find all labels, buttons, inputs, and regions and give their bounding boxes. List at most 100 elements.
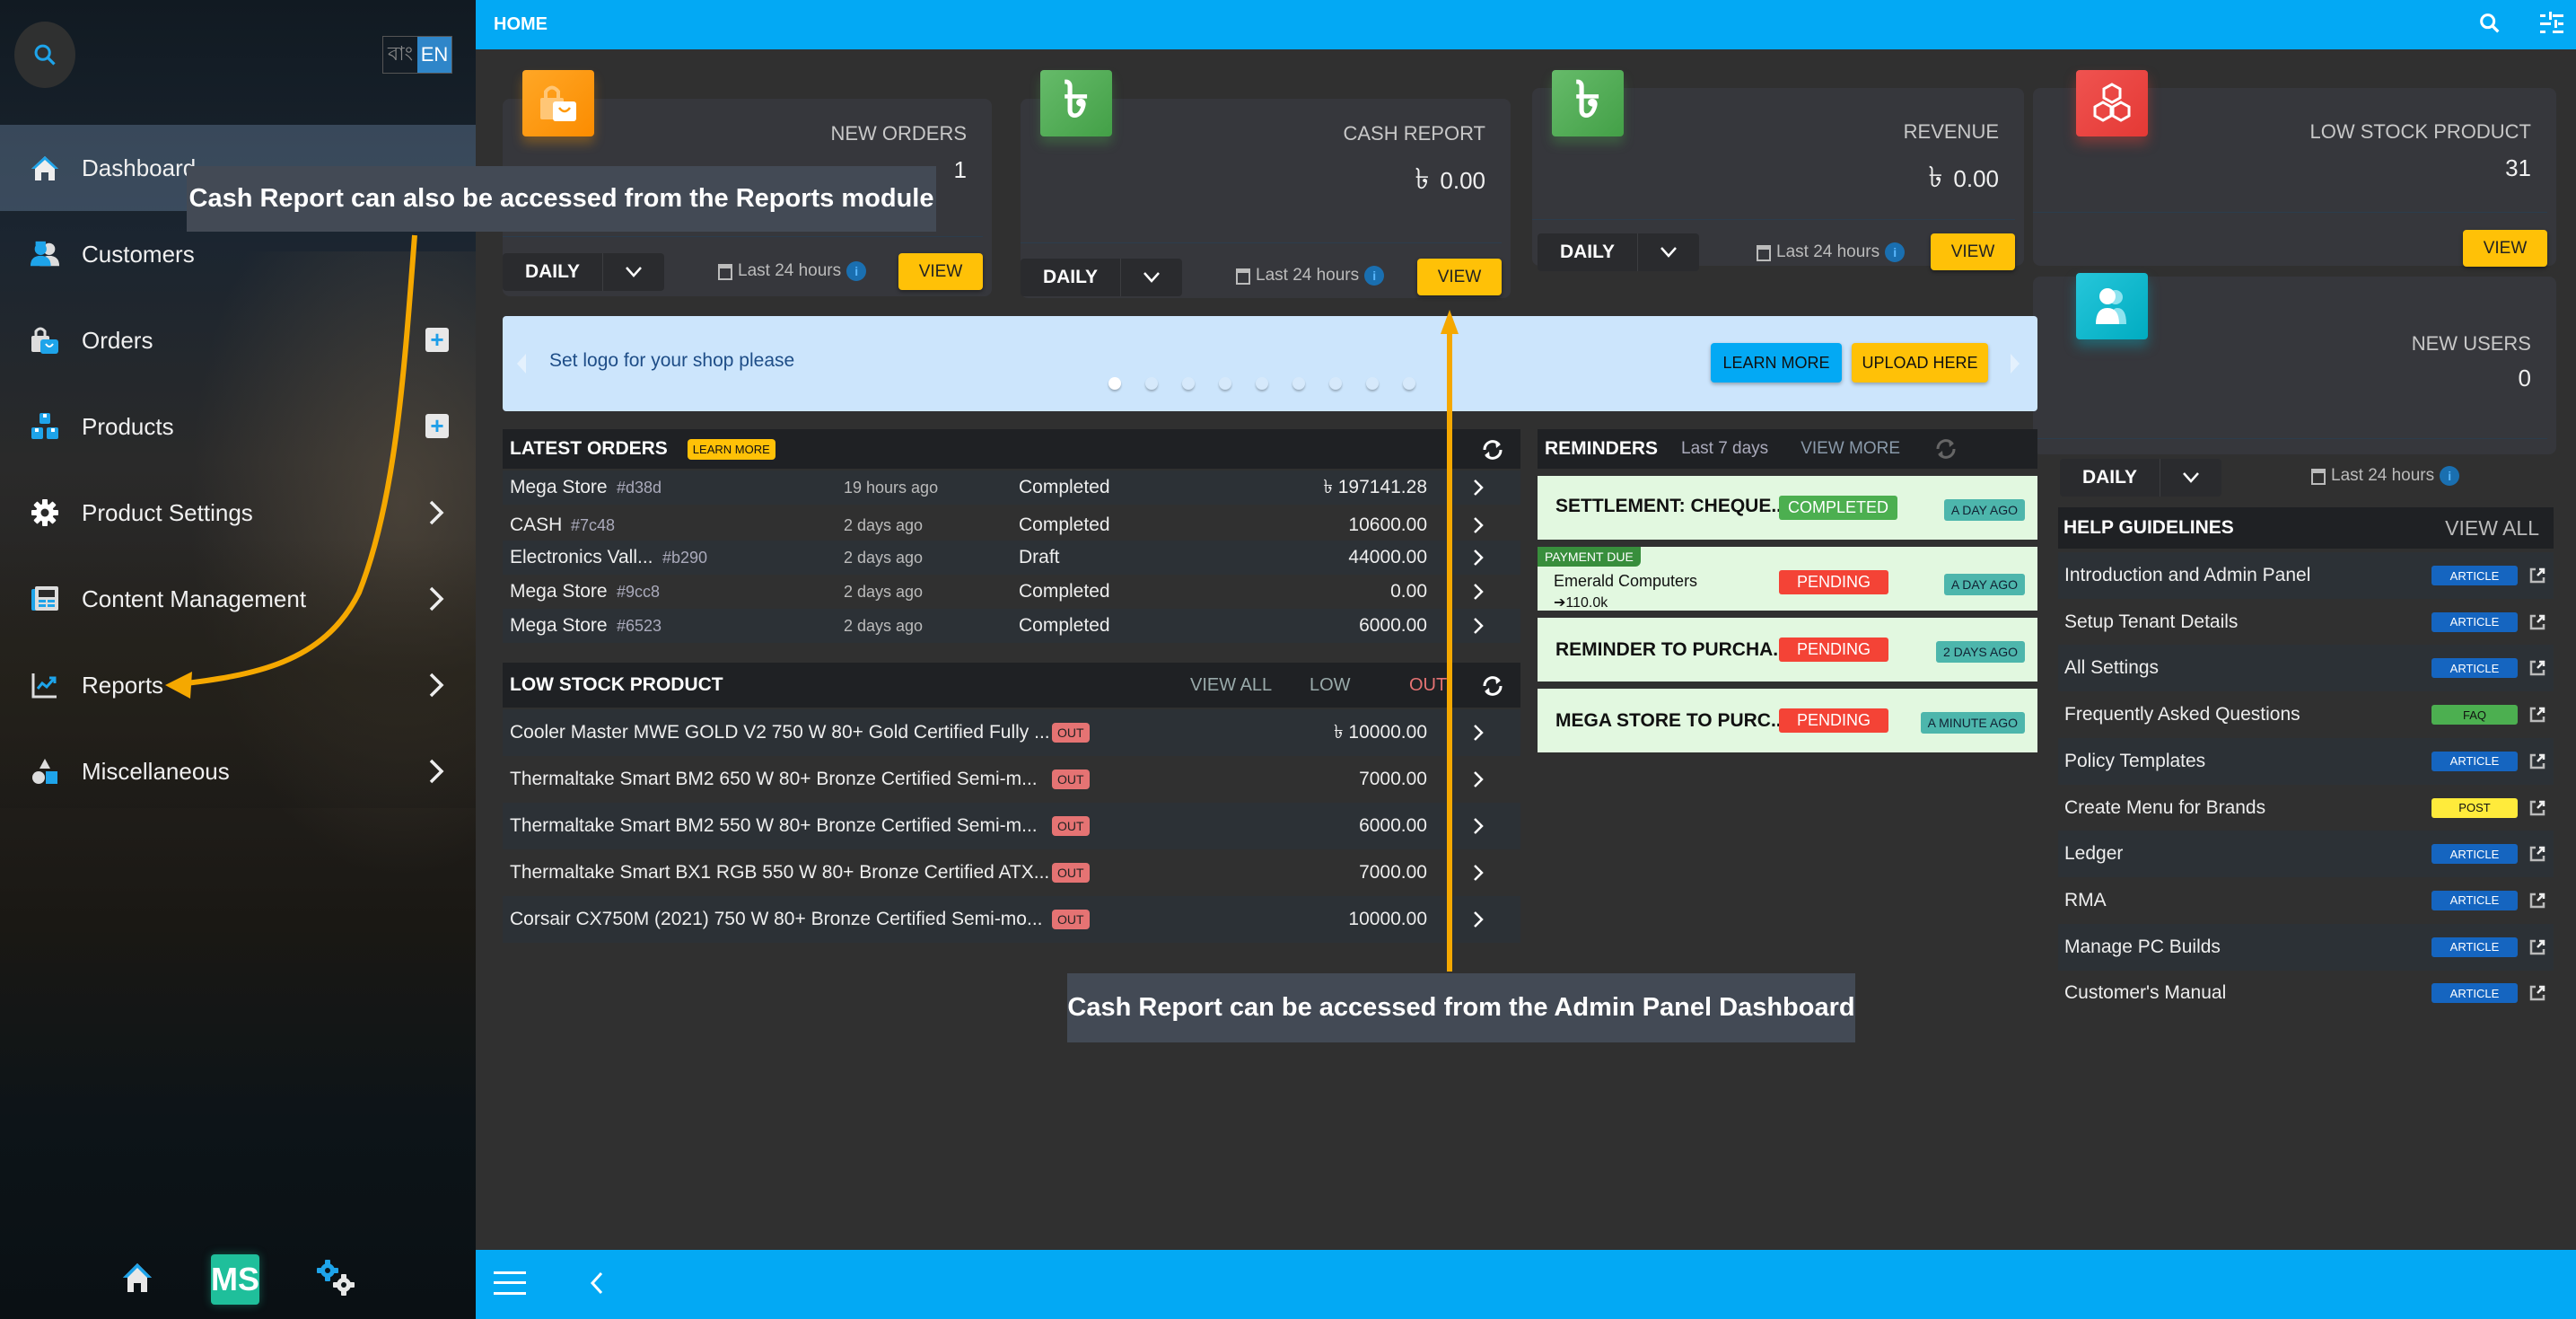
open-order-button[interactable] <box>1472 548 1485 573</box>
external-link-icon[interactable] <box>2528 799 2546 817</box>
sidebar-item-orders[interactable]: Orders + <box>0 297 476 383</box>
help-item[interactable]: Customer's Manual ARTICLE <box>2058 970 2554 1016</box>
open-product-button[interactable] <box>1472 863 1485 888</box>
lang-bn[interactable]: বাং <box>383 37 417 73</box>
help-item[interactable]: Create Menu for Brands POST <box>2058 785 2554 831</box>
chevron-right-icon <box>429 500 444 525</box>
banner-dot[interactable] <box>1219 377 1231 390</box>
external-link-icon[interactable] <box>2528 892 2546 910</box>
info-icon[interactable]: i <box>2440 466 2460 486</box>
filter-low[interactable]: LOW <box>1310 675 1351 696</box>
reminders-range[interactable]: Last 7 days <box>1681 439 1768 459</box>
help-item[interactable]: Policy Templates ARTICLE <box>2058 737 2554 785</box>
help-item[interactable]: Ledger ARTICLE <box>2058 831 2554 878</box>
view-revenue-button[interactable]: VIEW <box>1931 233 2015 270</box>
app-logo[interactable]: MS <box>211 1254 259 1305</box>
refresh-icon[interactable] <box>1479 437 1506 462</box>
reminder-item[interactable]: MEGA STORE TO PURC... PENDING A MINUTE A… <box>1538 689 2037 752</box>
open-product-button[interactable] <box>1472 723 1485 748</box>
external-link-icon[interactable] <box>2528 845 2546 863</box>
banner-dot[interactable] <box>1182 377 1195 390</box>
upload-logo-button[interactable]: UPLOAD HERE <box>1852 343 1988 383</box>
period-dropdown[interactable]: DAILY <box>503 253 664 291</box>
sidebar-item-miscellaneous[interactable]: Miscellaneous <box>0 728 476 814</box>
open-order-button[interactable] <box>1472 582 1485 607</box>
chevron-left-icon[interactable] <box>583 1270 610 1297</box>
refresh-icon[interactable] <box>1479 673 1506 699</box>
open-product-button[interactable] <box>1472 910 1485 935</box>
topbar-filter-button[interactable] <box>2538 11 2565 40</box>
open-product-button[interactable] <box>1472 769 1485 795</box>
add-order-button[interactable]: + <box>425 328 449 352</box>
info-icon[interactable]: i <box>1885 242 1906 262</box>
topbar-search-button[interactable] <box>2477 11 2502 40</box>
help-item[interactable]: Introduction and Admin Panel ARTICLE <box>2058 552 2554 599</box>
order-row[interactable]: Mega Store #9cc8 2 days ago Completed 0.00 <box>503 575 1520 609</box>
sidebar-item-products[interactable]: Products + <box>0 383 476 470</box>
reminder-item[interactable]: SETTLEMENT: CHEQUE... COMPLETED A DAY AG… <box>1538 476 2037 540</box>
lang-en[interactable]: EN <box>417 37 451 73</box>
banner-prev-button[interactable] <box>515 352 528 375</box>
open-order-button[interactable] <box>1472 478 1485 503</box>
home-shortcut-button[interactable] <box>119 1260 155 1300</box>
refresh-icon[interactable] <box>1932 436 1959 462</box>
view-more-link[interactable]: VIEW MORE <box>1801 439 1900 459</box>
low-stock-row[interactable]: Thermaltake Smart BM2 650 W 80+ Bronze C… <box>503 756 1520 803</box>
external-link-icon[interactable] <box>2528 613 2546 631</box>
banner-dot[interactable] <box>1256 377 1268 390</box>
reminder-item[interactable]: PAYMENT DUE Emerald Computers ➔110.0k PE… <box>1538 547 2037 611</box>
menu-icon[interactable] <box>494 1270 526 1297</box>
order-row[interactable]: Mega Store #6523 2 days ago Completed 6000.0… <box>503 609 1520 643</box>
low-stock-row[interactable]: Cooler Master MWE GOLD V2 750 W 80+ Gold… <box>503 709 1520 756</box>
add-product-button[interactable]: + <box>425 414 449 438</box>
period-dropdown[interactable]: DAILY <box>2060 459 2221 497</box>
banner-dot[interactable] <box>1292 377 1305 390</box>
period-dropdown[interactable]: DAILY <box>1538 233 1699 271</box>
view-low-stock-button[interactable]: VIEW <box>2463 230 2547 267</box>
view-all-link[interactable]: VIEW ALL <box>1190 675 1272 696</box>
view-new-orders-button[interactable]: VIEW <box>898 253 983 290</box>
banner-dot[interactable] <box>1145 377 1158 390</box>
banner-dot[interactable] <box>1329 377 1342 390</box>
order-row[interactable]: Mega Store #d38d 19 hours ago Completed ৳ 19… <box>503 470 1520 505</box>
reminder-item[interactable]: REMINDER TO PURCHA... PENDING 2 DAYS AGO <box>1538 618 2037 681</box>
low-stock-row[interactable]: Thermaltake Smart BX1 RGB 550 W 80+ Bron… <box>503 849 1520 896</box>
external-link-icon[interactable] <box>2528 938 2546 956</box>
help-item[interactable]: Setup Tenant Details ARTICLE <box>2058 599 2554 646</box>
chevron-right-icon <box>1474 517 1484 533</box>
order-row[interactable]: CASH #7c48 2 days ago Completed 10600.00 <box>503 508 1520 542</box>
external-link-icon[interactable] <box>2528 706 2546 724</box>
sidebar-item-content-management[interactable]: Content Management <box>0 556 476 642</box>
language-switcher[interactable]: বাং EN <box>382 36 452 74</box>
help-item[interactable]: Frequently Asked Questions FAQ <box>2058 691 2554 738</box>
filter-out[interactable]: OUT <box>1409 675 1447 696</box>
help-item[interactable]: All Settings ARTICLE <box>2058 645 2554 692</box>
period-dropdown[interactable]: DAILY <box>1021 259 1182 296</box>
external-link-icon[interactable] <box>2528 984 2546 1002</box>
view-all-link[interactable]: VIEW ALL <box>2445 516 2539 541</box>
order-row[interactable]: Electronics Vall... #b290 2 days ago Draft 4… <box>503 541 1520 575</box>
info-icon[interactable]: i <box>846 261 867 281</box>
learn-more-button[interactable]: LEARN MORE <box>1711 343 1842 383</box>
sidebar-search-button[interactable] <box>14 22 75 88</box>
external-link-icon[interactable] <box>2528 752 2546 770</box>
external-link-icon[interactable] <box>2528 567 2546 585</box>
sidebar-item-reports[interactable]: Reports <box>0 642 476 728</box>
sidebar-item-product-settings[interactable]: Product Settings <box>0 470 476 556</box>
open-product-button[interactable] <box>1472 816 1485 841</box>
info-icon[interactable]: i <box>1364 266 1385 286</box>
view-cash-report-button[interactable]: VIEW <box>1417 259 1502 295</box>
banner-dot[interactable] <box>1108 377 1121 390</box>
banner-dot[interactable] <box>1366 377 1379 390</box>
settings-shortcut-button[interactable] <box>315 1258 356 1302</box>
banner-next-button[interactable] <box>2009 352 2021 375</box>
open-order-button[interactable] <box>1472 515 1485 541</box>
low-stock-row[interactable]: Corsair CX750M (2021) 750 W 80+ Bronze C… <box>503 896 1520 943</box>
help-item[interactable]: Manage PC Builds ARTICLE <box>2058 923 2554 971</box>
low-stock-row[interactable]: Thermaltake Smart BM2 550 W 80+ Bronze C… <box>503 803 1520 849</box>
learn-more-link[interactable]: LEARN MORE <box>687 438 775 460</box>
open-order-button[interactable] <box>1472 616 1485 641</box>
banner-dot[interactable] <box>1403 377 1415 390</box>
external-link-icon[interactable] <box>2528 659 2546 677</box>
help-item[interactable]: RMA ARTICLE <box>2058 877 2554 924</box>
